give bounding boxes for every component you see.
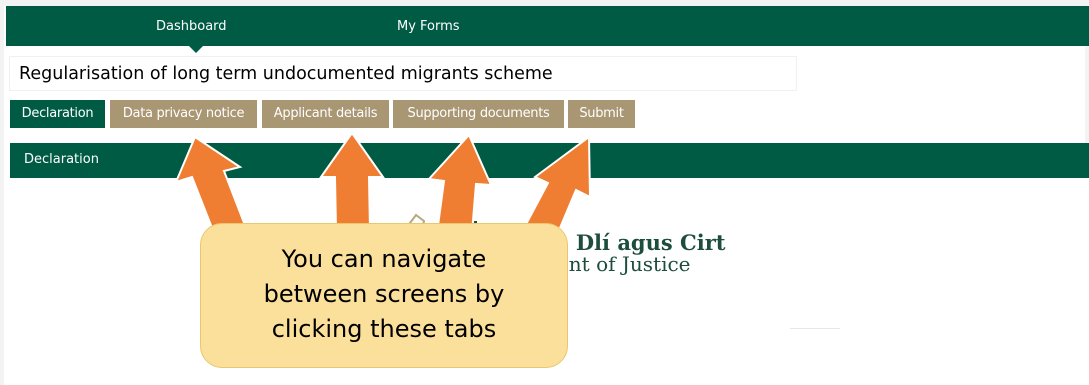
arrow-to-submit: [522, 135, 592, 229]
callout-line-2: between screens by: [263, 280, 505, 308]
help-callout: You can navigate between screens by clic…: [200, 223, 568, 368]
callout-line-3: clicking these tabs: [271, 315, 497, 343]
callout-line-1: You can navigate: [281, 245, 487, 273]
arrow-to-supporting-documents: [426, 133, 493, 234]
arrow-to-data-privacy-notice: [174, 135, 250, 234]
callout-text: You can navigate between screens by clic…: [201, 242, 567, 347]
arrow-to-applicant-details: [319, 131, 385, 231]
